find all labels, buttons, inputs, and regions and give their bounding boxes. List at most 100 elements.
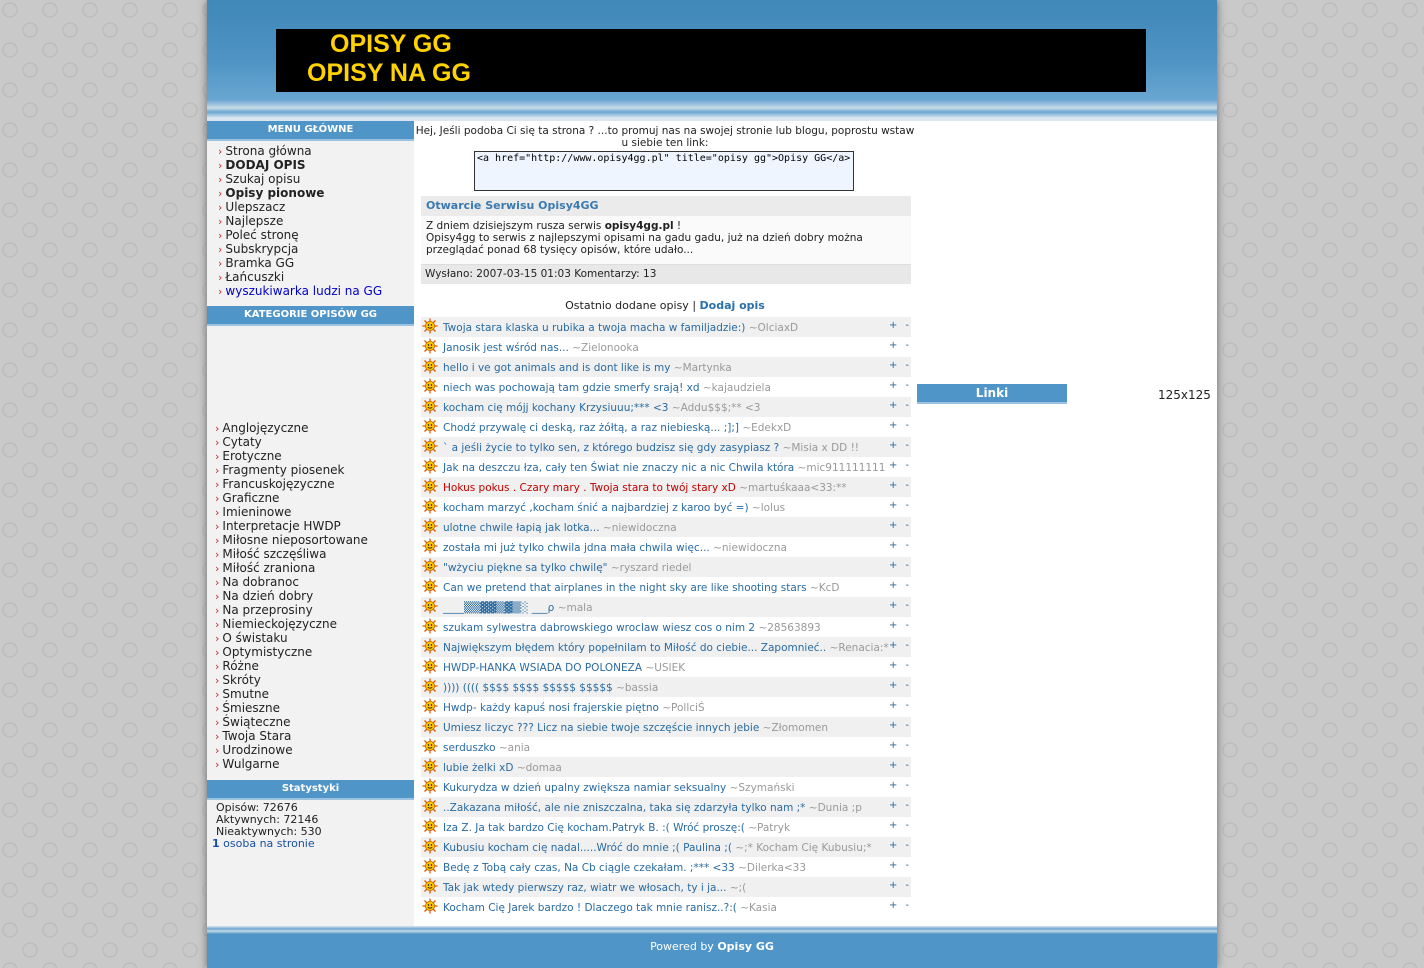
vote-plus-button[interactable]: + bbox=[889, 480, 897, 491]
vote-plus-button[interactable]: + bbox=[889, 400, 897, 411]
vote-plus-button[interactable]: + bbox=[889, 720, 897, 731]
vote-plus-button[interactable]: + bbox=[889, 660, 897, 671]
vote-plus-button[interactable]: + bbox=[889, 380, 897, 391]
vote-minus-button[interactable]: - bbox=[905, 860, 909, 871]
category-item[interactable]: › Wulgarne bbox=[215, 757, 368, 771]
menu-item[interactable]: › Najlepsze bbox=[218, 214, 382, 228]
vote-plus-button[interactable]: + bbox=[889, 900, 897, 911]
description-link[interactable]: Chodź przywalę ci deską, raz żółtą, a ra… bbox=[443, 422, 791, 434]
vote-minus-button[interactable]: - bbox=[905, 900, 909, 911]
vote-plus-button[interactable]: + bbox=[889, 340, 897, 351]
vote-plus-button[interactable]: + bbox=[889, 460, 897, 471]
vote-minus-button[interactable]: - bbox=[905, 840, 909, 851]
vote-minus-button[interactable]: - bbox=[905, 520, 909, 531]
menu-item[interactable]: › DODAJ OPIS bbox=[218, 158, 382, 172]
menu-item[interactable]: › Subskrypcja bbox=[218, 242, 382, 256]
vote-plus-button[interactable]: + bbox=[889, 420, 897, 431]
vote-minus-button[interactable]: - bbox=[905, 500, 909, 511]
vote-plus-button[interactable]: + bbox=[889, 740, 897, 751]
description-link[interactable]: Kocham Cię Jarek bardzo ! Dlaczego tak m… bbox=[443, 902, 777, 914]
description-link[interactable]: kocham marzyć ,kocham śnić a najbardziej… bbox=[443, 502, 785, 514]
category-item[interactable]: › Na dzień dobry bbox=[215, 589, 368, 603]
category-item[interactable]: › Na dobranoc bbox=[215, 575, 368, 589]
vote-plus-button[interactable]: + bbox=[889, 860, 897, 871]
vote-minus-button[interactable]: - bbox=[905, 400, 909, 411]
description-link[interactable]: niech was pochowają tam gdzie smerfy sra… bbox=[443, 382, 771, 394]
vote-minus-button[interactable]: - bbox=[905, 580, 909, 591]
menu-item[interactable]: › Łańcuszki bbox=[218, 270, 382, 284]
category-item[interactable]: › Anglojęzyczne bbox=[215, 421, 368, 435]
vote-minus-button[interactable]: - bbox=[905, 380, 909, 391]
category-item[interactable]: › Optymistyczne bbox=[215, 645, 368, 659]
vote-plus-button[interactable]: + bbox=[889, 760, 897, 771]
description-link[interactable]: )))) (((( $$$$ $$$$ $$$$$ $$$$$ ~bassia bbox=[443, 682, 658, 694]
vote-plus-button[interactable]: + bbox=[889, 320, 897, 331]
category-item[interactable]: › Urodzinowe bbox=[215, 743, 368, 757]
category-item[interactable]: › Francuskojęzyczne bbox=[215, 477, 368, 491]
category-item[interactable]: › Fragmenty piosenek bbox=[215, 463, 368, 477]
menu-item[interactable]: › wyszukiwarka ludzi na GG bbox=[218, 284, 382, 298]
news-title[interactable]: Otwarcie Serwisu Opisy4GG bbox=[421, 196, 911, 216]
category-item[interactable]: › Skróty bbox=[215, 673, 368, 687]
menu-item[interactable]: › Opisy pionowe bbox=[218, 186, 382, 200]
vote-minus-button[interactable]: - bbox=[905, 640, 909, 651]
menu-item[interactable]: › Szukaj opisu bbox=[218, 172, 382, 186]
vote-plus-button[interactable]: + bbox=[889, 540, 897, 551]
vote-minus-button[interactable]: - bbox=[905, 680, 909, 691]
vote-plus-button[interactable]: + bbox=[889, 820, 897, 831]
menu-item[interactable]: › Strona główna bbox=[218, 144, 382, 158]
vote-plus-button[interactable]: + bbox=[889, 640, 897, 651]
category-item[interactable]: › Miłość zraniona bbox=[215, 561, 368, 575]
category-item[interactable]: › Graficzne bbox=[215, 491, 368, 505]
description-link[interactable]: ` a jeśli życie to tylko sen, z którego … bbox=[443, 442, 859, 454]
category-item[interactable]: › Świąteczne bbox=[215, 715, 368, 729]
description-link[interactable]: serduszko ~ania bbox=[443, 742, 530, 754]
vote-minus-button[interactable]: - bbox=[905, 600, 909, 611]
vote-plus-button[interactable]: + bbox=[889, 560, 897, 571]
vote-plus-button[interactable]: + bbox=[889, 500, 897, 511]
description-link[interactable]: Umiesz liczyc ??? Licz na siebie twoje s… bbox=[443, 722, 828, 734]
vote-plus-button[interactable]: + bbox=[889, 840, 897, 851]
description-link[interactable]: szukam sylwestra dabrowskiego wroclaw wi… bbox=[443, 622, 821, 634]
footer-brand[interactable]: Opisy GG bbox=[717, 940, 774, 953]
vote-minus-button[interactable]: - bbox=[905, 440, 909, 451]
vote-minus-button[interactable]: - bbox=[905, 740, 909, 751]
vote-plus-button[interactable]: + bbox=[889, 700, 897, 711]
vote-plus-button[interactable]: + bbox=[889, 880, 897, 891]
vote-minus-button[interactable]: - bbox=[905, 540, 909, 551]
description-link[interactable]: Kubusiu kocham cię nadal.....Wróć do mni… bbox=[443, 842, 872, 854]
vote-plus-button[interactable]: + bbox=[889, 360, 897, 371]
vote-minus-button[interactable]: - bbox=[905, 720, 909, 731]
vote-minus-button[interactable]: - bbox=[905, 660, 909, 671]
category-item[interactable]: › Interpretacje HWDP bbox=[215, 519, 368, 533]
menu-item[interactable]: › Ulepszacz bbox=[218, 200, 382, 214]
category-item[interactable]: › Smutne bbox=[215, 687, 368, 701]
vote-plus-button[interactable]: + bbox=[889, 680, 897, 691]
vote-minus-button[interactable]: - bbox=[905, 780, 909, 791]
description-link[interactable]: Tak jak wtedy pierwszy raz, wiatr we wło… bbox=[443, 882, 746, 894]
description-link[interactable]: HWDP-HANKA WSIADA DO POLONEZA ~USIEK bbox=[443, 662, 685, 674]
category-item[interactable]: › Twoja Stara bbox=[215, 729, 368, 743]
description-link[interactable]: ..Zakazana miłość, ale nie zniszczalna, … bbox=[443, 802, 862, 814]
description-link[interactable]: Can we pretend that airplanes in the nig… bbox=[443, 582, 839, 594]
vote-minus-button[interactable]: - bbox=[905, 460, 909, 471]
description-link[interactable]: ____▒▒▓▓▒▓▒░ ___ρ ~mala bbox=[443, 602, 593, 614]
link-code-textarea[interactable]: <a href="http://www.opisy4gg.pl" title="… bbox=[474, 151, 854, 191]
category-item[interactable]: › Imieninowe bbox=[215, 505, 368, 519]
vote-minus-button[interactable]: - bbox=[905, 800, 909, 811]
vote-plus-button[interactable]: + bbox=[889, 600, 897, 611]
vote-minus-button[interactable]: - bbox=[905, 420, 909, 431]
vote-minus-button[interactable]: - bbox=[905, 360, 909, 371]
category-item[interactable]: › Miłość szczęśliwa bbox=[215, 547, 368, 561]
vote-minus-button[interactable]: - bbox=[905, 820, 909, 831]
description-link[interactable]: Janosik jest wśród nas... ~Zielonooka bbox=[443, 342, 639, 354]
category-item[interactable]: › Niemieckojęzyczne bbox=[215, 617, 368, 631]
description-link[interactable]: Kukurydza w dzień upalny zwiększa namiar… bbox=[443, 782, 795, 794]
category-item[interactable]: › Różne bbox=[215, 659, 368, 673]
menu-item[interactable]: › Poleć stronę bbox=[218, 228, 382, 242]
vote-plus-button[interactable]: + bbox=[889, 780, 897, 791]
description-link[interactable]: lubie żelki xD ~domaa bbox=[443, 762, 562, 774]
category-item[interactable]: › Miłosne nieposortowane bbox=[215, 533, 368, 547]
vote-plus-button[interactable]: + bbox=[889, 520, 897, 531]
description-link[interactable]: Iza Z. Ja tak bardzo Cię kocham.Patryk B… bbox=[443, 822, 790, 834]
